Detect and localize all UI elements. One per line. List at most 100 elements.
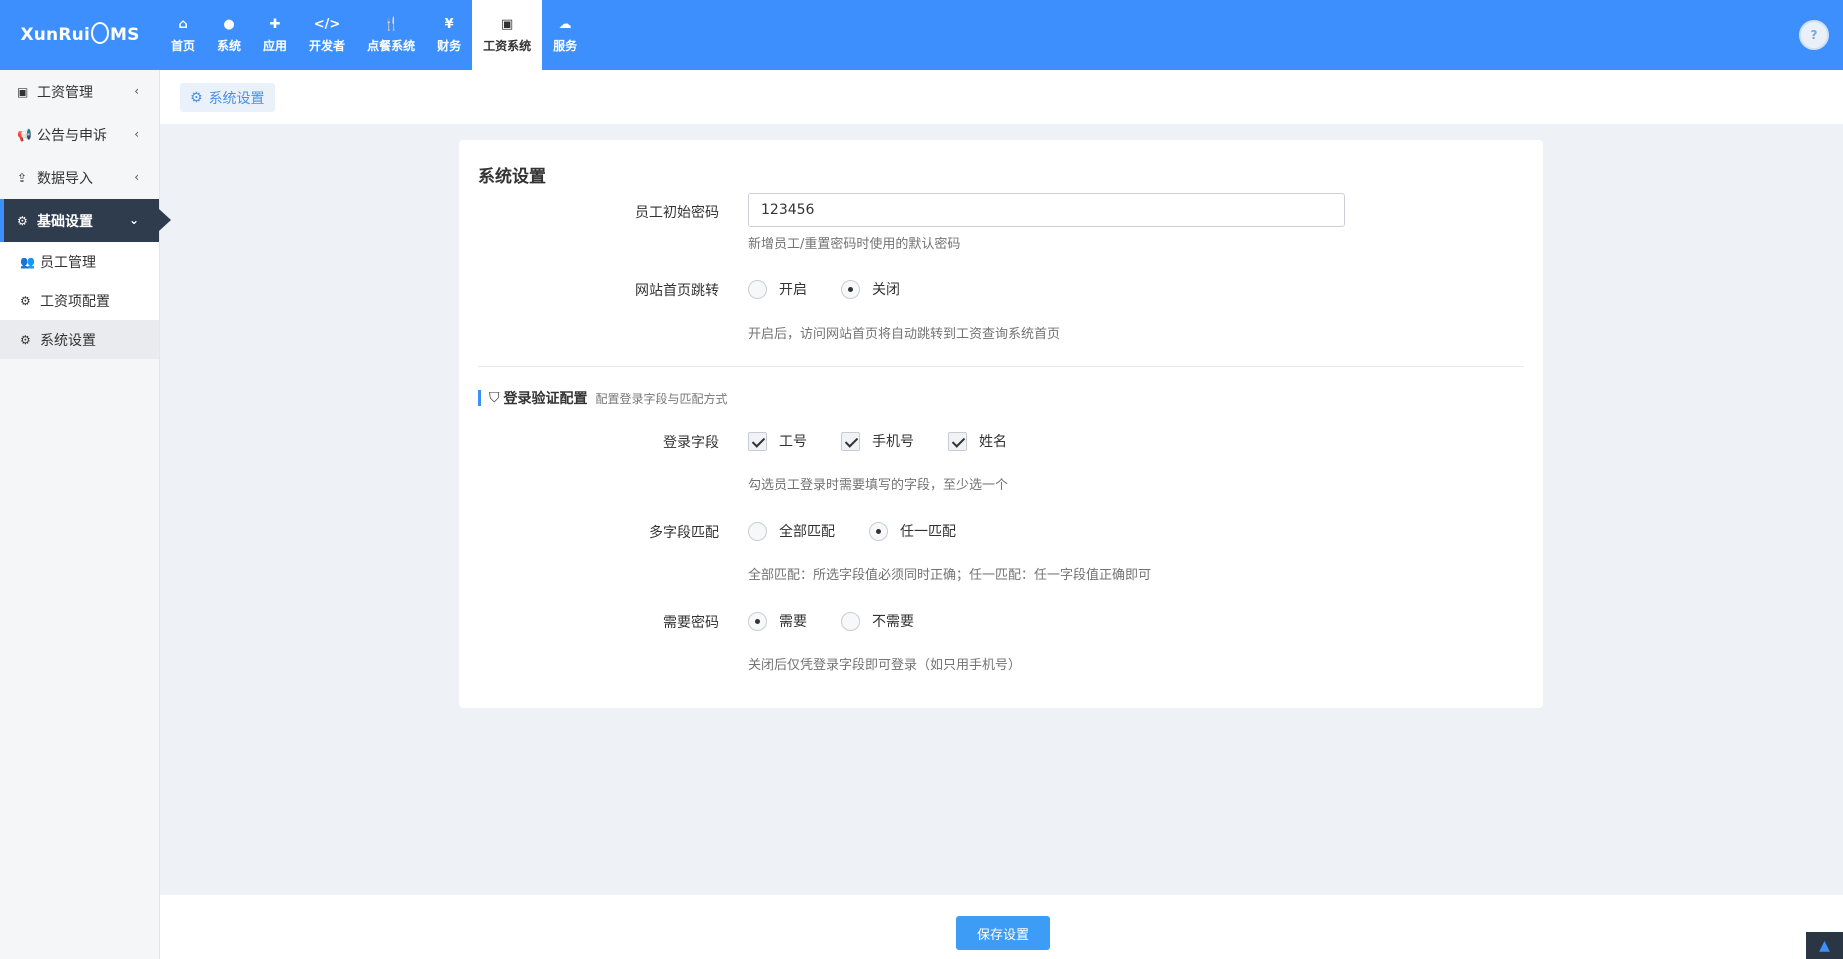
nav-label: 开发者 bbox=[309, 38, 346, 53]
flame-icon[interactable]: ▲ bbox=[1806, 932, 1843, 959]
bullhorn-icon: 📢 bbox=[17, 127, 32, 142]
checkbox-label: 手机号 bbox=[872, 434, 914, 450]
puzzle-icon: ✚ bbox=[269, 16, 281, 32]
sidebar-item-label: 数据导入 bbox=[37, 170, 93, 187]
sidebar-subitem-system-settings[interactable]: ⚙ 系统设置 bbox=[0, 320, 159, 359]
nav-label: 应用 bbox=[263, 38, 288, 53]
page-title: 系统设置 bbox=[478, 167, 546, 187]
redirect-off-radio[interactable]: 关闭 bbox=[841, 279, 900, 299]
radio-circle bbox=[748, 521, 767, 541]
brand-logo[interactable]: XunRui MS bbox=[0, 0, 160, 70]
match-all-radio[interactable]: 全部匹配 bbox=[748, 521, 835, 541]
sidebar-subitem-salary-items[interactable]: ⚙ 工资项配置 bbox=[0, 281, 159, 320]
need-password-yes-radio[interactable]: 需要 bbox=[748, 611, 807, 631]
radio-label: 开启 bbox=[779, 282, 807, 298]
section-divider bbox=[478, 366, 1524, 367]
nav-label: 服务 bbox=[553, 38, 578, 53]
nav-system[interactable]: ● 系统 bbox=[206, 0, 252, 70]
logo-drop-icon bbox=[90, 22, 109, 44]
shield-icon: ⛉ bbox=[489, 390, 500, 406]
radio-circle bbox=[748, 611, 767, 631]
sidebar-item-label: 工资管理 bbox=[37, 84, 93, 101]
settings-card: 系统设置 员工初始密码 123456 新增员工/重置密码时使用的默认密码 网站首… bbox=[459, 140, 1543, 708]
radio-circle bbox=[869, 521, 888, 541]
init-password-input[interactable]: 123456 bbox=[748, 193, 1345, 227]
logo-text-prefix: XunRui bbox=[20, 25, 90, 45]
nav-finance[interactable]: ¥ 财务 bbox=[426, 0, 472, 70]
nav-payroll[interactable]: ▣ 工资系统 bbox=[472, 0, 543, 70]
gear-icon: ⚙ bbox=[17, 213, 28, 228]
gears-icon: ⚙ bbox=[20, 293, 31, 308]
login-field-name-checkbox[interactable]: 姓名 bbox=[948, 431, 1007, 451]
checkbox-box bbox=[948, 431, 967, 451]
sidebar-item-basic-settings[interactable]: ⚙ 基础设置 ⌄ bbox=[0, 199, 171, 242]
login-verification-section: ⛉ 登录验证配置 配置登录字段与匹配方式 bbox=[478, 388, 728, 408]
sidebar-item-notices[interactable]: 📢 公告与申诉 ‹ bbox=[0, 113, 159, 156]
init-password-value: 123456 bbox=[761, 202, 815, 218]
sidebar-item-salary-management[interactable]: ▣ 工资管理 ‹ bbox=[0, 70, 159, 113]
yen-icon: ¥ bbox=[444, 16, 454, 32]
redirect-help: 开启后，访问网站首页将自动跳转到工资查询系统首页 bbox=[748, 327, 1061, 342]
redirect-on-radio[interactable]: 开启 bbox=[748, 279, 807, 299]
nav-home[interactable]: ⌂ 首页 bbox=[160, 0, 206, 70]
sidebar-subitem-employees[interactable]: 👥 员工管理 bbox=[0, 242, 159, 281]
cutlery-icon: 🍴 bbox=[382, 16, 400, 32]
nav-apps[interactable]: ✚ 应用 bbox=[252, 0, 298, 70]
chevron-left-icon: ‹ bbox=[134, 170, 139, 184]
login-field-employee-id-checkbox[interactable]: 工号 bbox=[748, 431, 807, 451]
users-icon: 👥 bbox=[20, 254, 35, 269]
money-icon: ▣ bbox=[17, 84, 29, 99]
need-password-help: 关闭后仅凭登录字段即可登录（如只用手机号） bbox=[748, 658, 1022, 673]
avatar-text: ? bbox=[1810, 28, 1818, 42]
chevron-left-icon: ‹ bbox=[134, 84, 139, 98]
gear-icon: ⚙ bbox=[190, 89, 203, 106]
login-fields-help: 勾选员工登录时需要填写的字段，至少选一个 bbox=[748, 478, 1009, 493]
nav-ordering[interactable]: 🍴 点餐系统 bbox=[356, 0, 426, 70]
user-avatar[interactable]: ? bbox=[1799, 20, 1829, 50]
radio-label: 任一匹配 bbox=[900, 524, 956, 540]
save-settings-button[interactable]: 保存设置 bbox=[956, 916, 1050, 950]
section-accent-bar bbox=[478, 390, 481, 406]
main-nav: ⌂ 首页 ● 系统 ✚ 应用 </> 开发者 🍴 点餐系统 ¥ 财务 ▣ 工资系统 ☁ 服务 bbox=[160, 0, 588, 70]
chevron-down-icon: ⌄ bbox=[128, 213, 139, 227]
nav-label: 首页 bbox=[171, 38, 196, 53]
match-mode-label: 多字段匹配 bbox=[649, 525, 719, 541]
upload-icon: ⇪ bbox=[17, 170, 28, 185]
redirect-label: 网站首页跳转 bbox=[635, 283, 719, 299]
init-password-label: 员工初始密码 bbox=[635, 205, 719, 221]
top-navbar: XunRui MS ⌂ 首页 ● 系统 ✚ 应用 </> 开发者 🍴 点餐系统 ¥ 财务 ▣ 工… bbox=[0, 0, 1843, 70]
breadcrumb-label: 系统设置 bbox=[208, 90, 265, 107]
sidebar-subitem-label: 工资项配置 bbox=[40, 293, 110, 310]
money-icon: ▣ bbox=[500, 16, 514, 32]
cloud-icon: ☁ bbox=[558, 16, 572, 32]
nav-label: 点餐系统 bbox=[367, 38, 416, 53]
nav-label: 系统 bbox=[217, 38, 242, 53]
breadcrumb[interactable]: ⚙ 系统设置 bbox=[180, 83, 275, 112]
sidebar-item-data-import[interactable]: ⇪ 数据导入 ‹ bbox=[0, 156, 159, 199]
sidebar-item-label: 基础设置 bbox=[37, 213, 93, 230]
login-fields-label: 登录字段 bbox=[663, 435, 719, 451]
checkbox-label: 工号 bbox=[779, 434, 807, 450]
home-icon: ⌂ bbox=[178, 16, 188, 32]
match-any-radio[interactable]: 任一匹配 bbox=[869, 521, 956, 541]
checkbox-box bbox=[841, 431, 860, 451]
need-password-no-radio[interactable]: 不需要 bbox=[841, 611, 914, 631]
radio-circle bbox=[748, 279, 767, 299]
chevron-left-icon: ‹ bbox=[134, 127, 139, 141]
gear-icon: ⚙ bbox=[20, 332, 31, 347]
nav-developer[interactable]: </> 开发者 bbox=[298, 0, 356, 70]
checkbox-label: 姓名 bbox=[979, 434, 1007, 450]
section-title: 登录验证配置 bbox=[503, 391, 588, 407]
code-icon: </> bbox=[313, 16, 341, 32]
nav-service[interactable]: ☁ 服务 bbox=[542, 0, 588, 70]
radio-label: 不需要 bbox=[872, 614, 914, 630]
sidebar-subitem-label: 员工管理 bbox=[40, 254, 96, 271]
login-field-phone-checkbox[interactable]: 手机号 bbox=[841, 431, 914, 451]
nav-label: 财务 bbox=[437, 38, 462, 53]
sidebar-subitem-label: 系统设置 bbox=[40, 332, 96, 349]
radio-circle bbox=[841, 279, 860, 299]
radio-label: 关闭 bbox=[872, 282, 900, 298]
init-password-help: 新增员工/重置密码时使用的默认密码 bbox=[748, 237, 961, 252]
sidebar-submenu: 👥 员工管理 ⚙ 工资项配置 ⚙ 系统设置 bbox=[0, 242, 159, 359]
radio-label: 全部匹配 bbox=[779, 524, 835, 540]
